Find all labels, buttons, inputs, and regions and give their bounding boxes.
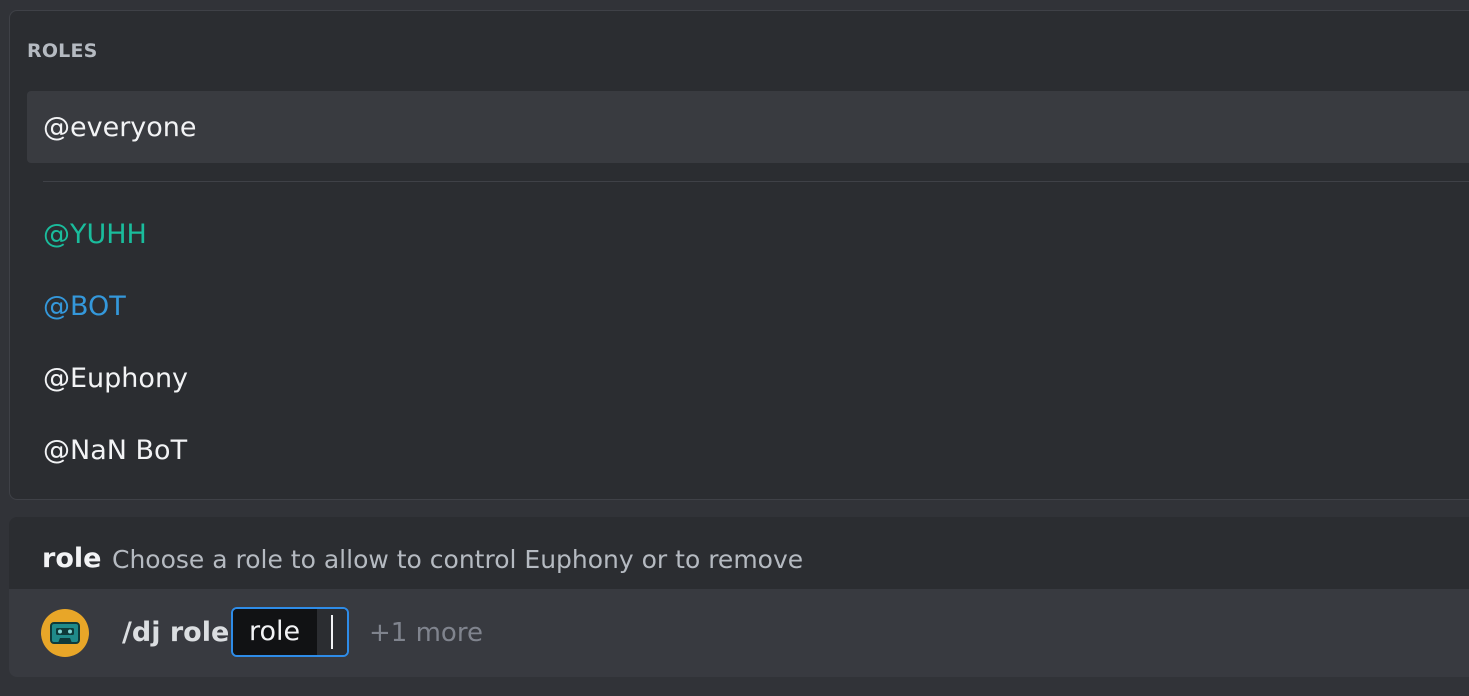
autocomplete-popup: ROLES @everyone @YUHH @BOT @Euphony @NaN… [9,10,1469,500]
option-hint-bar: role Choose a role to allow to control E… [9,517,1469,589]
role-option-nan-bot[interactable]: @NaN BoT [27,414,1469,486]
role-option-euphony[interactable]: @Euphony [27,342,1469,414]
discord-command-composer: ROLES @everyone @YUHH @BOT @Euphony @NaN… [0,0,1469,696]
command-input-bar[interactable]: /dj role role +1 more [9,589,1469,677]
role-option-yuhh[interactable]: @YUHH [27,198,1469,270]
role-option-label: @everyone [43,111,197,143]
role-option-bot[interactable]: @BOT [27,270,1469,342]
text-caret [331,615,333,649]
role-option-label: @YUHH [43,218,147,250]
role-option-everyone[interactable]: @everyone [27,91,1469,163]
role-option-label: @NaN BoT [43,434,188,466]
option-role-label: role [233,609,317,655]
option-role-input[interactable]: role [231,607,349,657]
section-title-roles: ROLES [27,40,98,62]
role-option-label: @BOT [43,290,126,322]
cassette-tape-icon [41,609,89,657]
option-hint-name: role [42,543,102,574]
option-hint-description: Choose a role to allow to control Euphon… [112,545,804,574]
divider [43,181,1469,182]
more-options-indicator[interactable]: +1 more [369,617,483,649]
command-name: /dj role [122,617,230,648]
role-option-label: @Euphony [43,362,189,394]
